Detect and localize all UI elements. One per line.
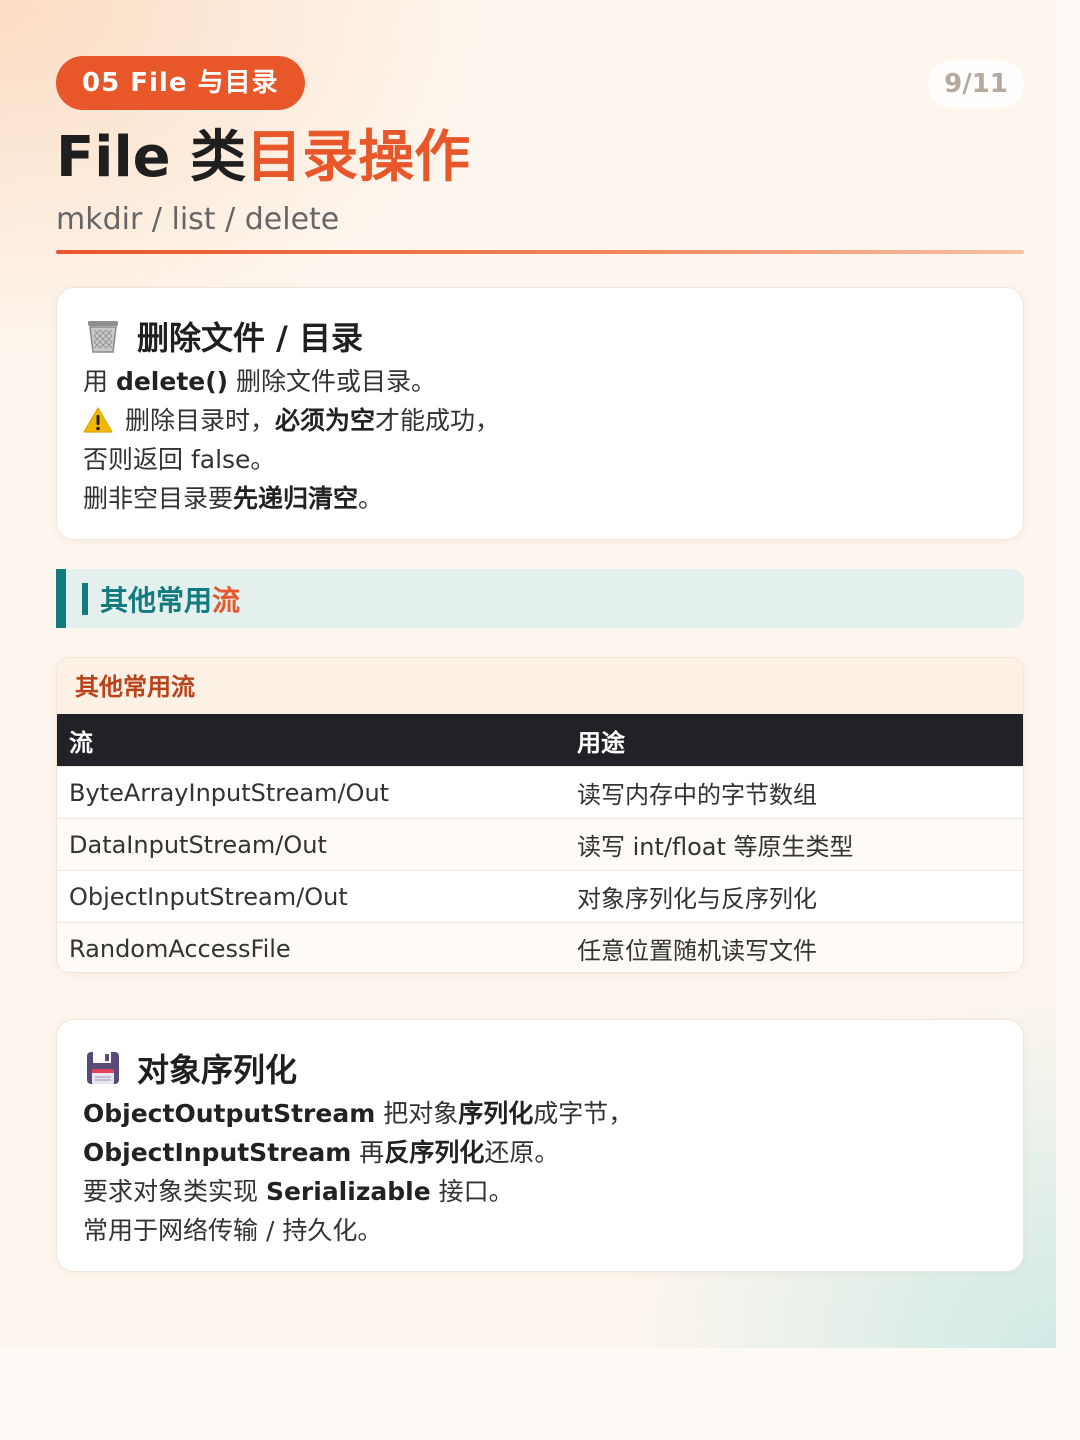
serial-line-4: 常用于网络传输 / 持久化。 — [83, 1216, 383, 1245]
serialization-card: 对象序列化 ObjectOutputStream 把对象序列化成字节， Obje… — [56, 1019, 1024, 1272]
delete-line-1-bold: delete() — [115, 367, 229, 396]
serial-line-3-bold: Serializable — [265, 1177, 431, 1206]
column-header: 用途 — [565, 714, 1023, 767]
table-header-row: 流 用途 — [57, 714, 1023, 767]
delete-line-2-post: 才能成功， — [375, 406, 501, 435]
delete-line-1: 用 delete() 删除文件或目录。 — [83, 362, 997, 401]
delete-line-4-post: 。 — [358, 484, 384, 513]
serial-line-3: 要求对象类实现 Serializable 接口。 — [83, 1172, 997, 1211]
section-marker — [82, 582, 88, 615]
stream-usage-cell: 对象序列化与反序列化 — [565, 870, 1023, 923]
serialization-card-title: 对象序列化 — [137, 1051, 298, 1089]
delete-line-2-pre: 删除目录时， — [125, 406, 276, 435]
table-row: ByteArrayInputStream/Out 读写内存中的字节数组 — [57, 766, 1023, 819]
column-header: 流 — [57, 714, 565, 767]
serial-line-1: ObjectOutputStream 把对象序列化成字节， — [83, 1094, 997, 1133]
page-title-accent: 目录操作 — [246, 125, 471, 190]
stream-usage-cell: 读写 int/float 等原生类型 — [565, 818, 1023, 871]
delete-line-4-pre: 删非空目录要 — [83, 484, 234, 513]
table-row: ObjectInputStream/Out 对象序列化与反序列化 — [57, 870, 1023, 923]
stream-name-cell: ObjectInputStream/Out — [57, 870, 565, 923]
serial-line-2-post: 还原。 — [484, 1138, 560, 1167]
page-title: File 类目录操作 — [56, 122, 470, 194]
delete-line-4: 删非空目录要先递归清空。 — [83, 479, 997, 518]
page-indicator: 9/11 — [928, 60, 1024, 108]
section-title-plain: 其他常用 — [100, 583, 213, 617]
serial-line-1-post: 成字节， — [533, 1099, 634, 1128]
table-row: DataInputStream/Out 读写 int/float 等原生类型 — [57, 818, 1023, 871]
streams-table-caption: 其他常用流 — [57, 658, 1023, 714]
serial-line-2-bold: 反序列化 — [384, 1138, 485, 1167]
page-subtitle: mkdir / list / delete — [56, 202, 340, 237]
section-title: 其他常用流 — [100, 579, 240, 619]
page-title-plain: File 类 — [56, 125, 247, 190]
delete-line-4-bold: 先递归清空 — [233, 484, 359, 513]
serial-line-1-class: ObjectOutputStream — [83, 1099, 376, 1128]
wastebasket-icon — [83, 316, 123, 356]
delete-line-1-post: 删除文件或目录。 — [228, 367, 437, 396]
serial-line-2-mid: 再 — [351, 1138, 385, 1167]
serial-line-3-pre: 要求对象类实现 — [83, 1177, 266, 1206]
serial-line-1-bold: 序列化 — [458, 1099, 534, 1128]
section-header: 其他常用流 — [56, 569, 1024, 628]
serial-line-2: ObjectInputStream 再反序列化还原。 — [83, 1133, 997, 1172]
delete-line-2: 删除目录时，必须为空才能成功， — [83, 401, 997, 440]
streams-table: 流 用途 ByteArrayInputStream/Out 读写内存中的字节数组… — [57, 714, 1023, 972]
delete-line-3: 否则返回 false。 — [83, 445, 276, 474]
stream-name-cell: RandomAccessFile — [57, 922, 565, 972]
delete-card: 删除文件 / 目录 用 delete() 删除文件或目录。 删除目录时，必须为空… — [56, 287, 1024, 540]
delete-card-heading: 删除文件 / 目录 — [83, 314, 997, 358]
delete-card-title: 删除文件 / 目录 — [137, 319, 363, 357]
title-divider — [56, 250, 1024, 254]
warning-icon — [83, 406, 113, 434]
slide-page: 05 File 与目录 9/11 File 类目录操作 mkdir / list… — [0, 0, 1080, 1440]
serial-line-2-class: ObjectInputStream — [83, 1138, 352, 1167]
serial-line-3-post: 接口。 — [430, 1177, 514, 1206]
delete-line-1-pre: 用 — [83, 367, 116, 396]
stream-usage-cell: 任意位置随机读写文件 — [565, 922, 1023, 972]
section-title-accent: 流 — [212, 583, 241, 617]
floppy-disk-icon — [83, 1048, 123, 1088]
serialization-card-heading: 对象序列化 — [83, 1046, 997, 1090]
table-row: RandomAccessFile 任意位置随机读写文件 — [57, 922, 1023, 972]
delete-line-2-bold: 必须为空 — [275, 406, 376, 435]
chapter-badge: 05 File 与目录 — [56, 56, 305, 110]
stream-name-cell: DataInputStream/Out — [57, 818, 565, 871]
stream-name-cell: ByteArrayInputStream/Out — [57, 766, 565, 819]
serial-line-1-mid: 把对象 — [375, 1099, 459, 1128]
stream-usage-cell: 读写内存中的字节数组 — [565, 766, 1023, 819]
streams-table-card: 其他常用流 流 用途 ByteArrayInputStream/Out 读写内存… — [56, 657, 1024, 973]
